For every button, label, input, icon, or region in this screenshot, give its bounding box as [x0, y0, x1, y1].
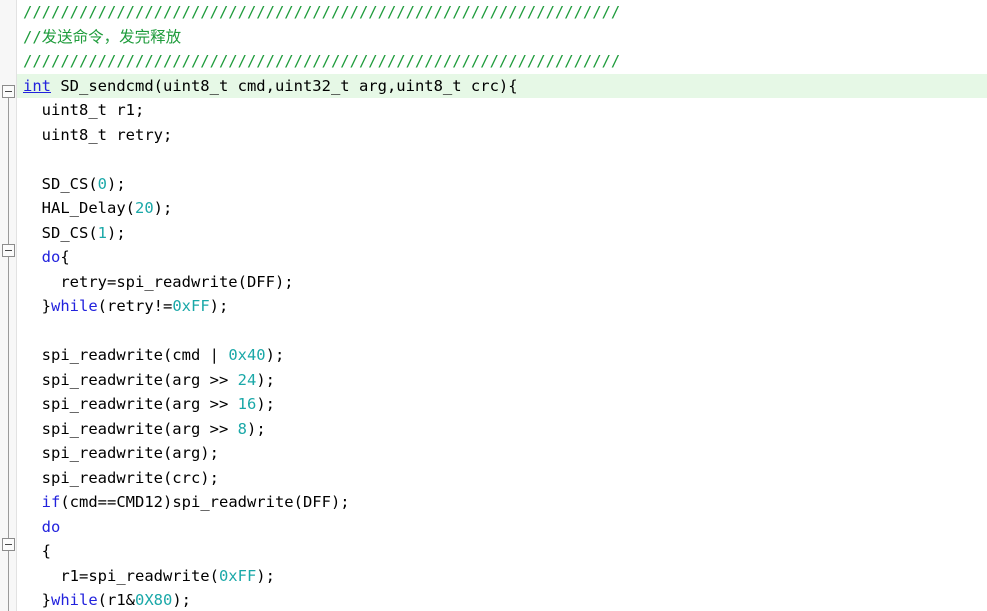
code-token: while: [51, 297, 98, 315]
code-token: );: [172, 591, 191, 609]
code-token: SD_CS(: [23, 223, 98, 242]
code-line[interactable]: //发送命令，发完释放: [17, 25, 987, 50]
code-token: );: [107, 174, 126, 193]
code-line-highlighted[interactable]: int SD_sendcmd(uint8_t cmd,uint32_t arg,…: [17, 73, 987, 98]
code-line[interactable]: spi_readwrite(arg >> 8);: [17, 417, 987, 442]
code-token: spi_readwrite(arg);: [23, 444, 219, 462]
code-token: 0X80: [135, 591, 173, 609]
code-token: 20: [134, 199, 154, 217]
code-token: HAL_Delay(: [23, 199, 135, 217]
code-line[interactable]: }while(r1&0X80);: [17, 588, 987, 611]
code-token: (retry!=: [97, 297, 173, 315]
code-token: spi_readwrite(arg >>: [23, 419, 238, 438]
code-token: do: [41, 517, 61, 536]
code-token: (cmd==CMD12)spi_readwrite(DFF);: [60, 493, 350, 511]
code-line[interactable]: SD_CS(1);: [17, 221, 987, 246]
code-area[interactable]: ////////////////////////////////////////…: [17, 0, 987, 611]
minus-icon: [5, 250, 12, 251]
code-line[interactable]: retry=spi_readwrite(DFF);: [17, 270, 987, 295]
code-token: );: [256, 370, 275, 389]
fold-marker-do-while-1[interactable]: [2, 244, 15, 257]
code-line[interactable]: if(cmd==CMD12)spi_readwrite(DFF);: [17, 490, 987, 515]
code-line[interactable]: uint8_t retry;: [17, 123, 987, 148]
code-line[interactable]: do{: [17, 245, 987, 270]
code-token: 16: [237, 395, 257, 413]
code-line[interactable]: do: [17, 515, 987, 540]
fold-spine: [8, 91, 9, 611]
code-line[interactable]: [17, 147, 987, 172]
code-line[interactable]: ////////////////////////////////////////…: [17, 49, 987, 74]
code-line[interactable]: spi_readwrite(arg);: [17, 441, 987, 466]
code-token: );: [265, 346, 285, 364]
minus-icon: [5, 544, 12, 545]
code-token: ////////////////////////////////////////…: [23, 3, 621, 21]
code-token: uint8_t r1;: [23, 101, 145, 119]
fold-marker-do-while-2[interactable]: [2, 538, 15, 551]
code-line[interactable]: {: [17, 539, 987, 564]
code-line[interactable]: HAL_Delay(20);: [17, 196, 987, 221]
code-token: {: [60, 248, 70, 266]
code-token: if: [41, 493, 61, 511]
code-token: );: [209, 297, 229, 315]
code-line[interactable]: ////////////////////////////////////////…: [17, 0, 987, 25]
code-token: 24: [237, 370, 257, 389]
code-token: }: [23, 297, 51, 315]
code-token: uint8_t retry;: [23, 125, 173, 144]
code-token: spi_readwrite(crc);: [23, 468, 219, 487]
code-token: 0xFF: [172, 297, 210, 315]
code-token: ////////////////////////////////////////…: [23, 52, 621, 70]
code-line[interactable]: spi_readwrite(cmd | 0x40);: [17, 343, 987, 368]
code-token: );: [256, 566, 275, 585]
code-line[interactable]: SD_CS(0);: [17, 172, 987, 197]
code-token: SD_CS(: [23, 174, 98, 193]
fold-gutter[interactable]: [0, 0, 17, 611]
code-line[interactable]: spi_readwrite(crc);: [17, 466, 987, 491]
minus-icon: [5, 91, 12, 92]
code-token: (r1&: [97, 591, 135, 609]
code-editor[interactable]: ////////////////////////////////////////…: [0, 0, 987, 611]
code-token: SD_sendcmd(uint8_t cmd,uint32_t arg,uint…: [51, 76, 518, 95]
code-token: {: [23, 542, 51, 560]
code-token: 0xFF: [218, 566, 257, 585]
code-token: );: [246, 419, 266, 438]
code-line[interactable]: uint8_t r1;: [17, 98, 987, 123]
code-token: 0x40: [228, 346, 266, 364]
code-token: while: [51, 591, 98, 609]
code-token: int: [23, 76, 51, 95]
code-token: );: [256, 395, 275, 413]
code-token: spi_readwrite(arg >>: [23, 395, 238, 413]
code-token: );: [107, 223, 126, 242]
code-token: 0: [97, 174, 107, 193]
code-line[interactable]: spi_readwrite(arg >> 16);: [17, 392, 987, 417]
code-token: r1=spi_readwrite(: [23, 566, 219, 585]
code-token: 1: [97, 223, 107, 242]
code-token: );: [153, 199, 173, 217]
code-line[interactable]: }while(retry!=0xFF);: [17, 294, 987, 319]
code-token: 8: [237, 419, 247, 438]
code-token: //发送命令，发完释放: [23, 27, 182, 46]
code-token: }: [23, 591, 51, 609]
fold-marker-function[interactable]: [2, 85, 15, 98]
code-line[interactable]: spi_readwrite(arg >> 24);: [17, 368, 987, 393]
code-line[interactable]: [17, 319, 987, 344]
code-token: retry=spi_readwrite(DFF);: [23, 272, 294, 291]
code-token: spi_readwrite(cmd |: [23, 346, 229, 364]
code-line[interactable]: r1=spi_readwrite(0xFF);: [17, 564, 987, 589]
code-token: do: [41, 248, 61, 266]
code-token: spi_readwrite(arg >>: [23, 370, 238, 389]
